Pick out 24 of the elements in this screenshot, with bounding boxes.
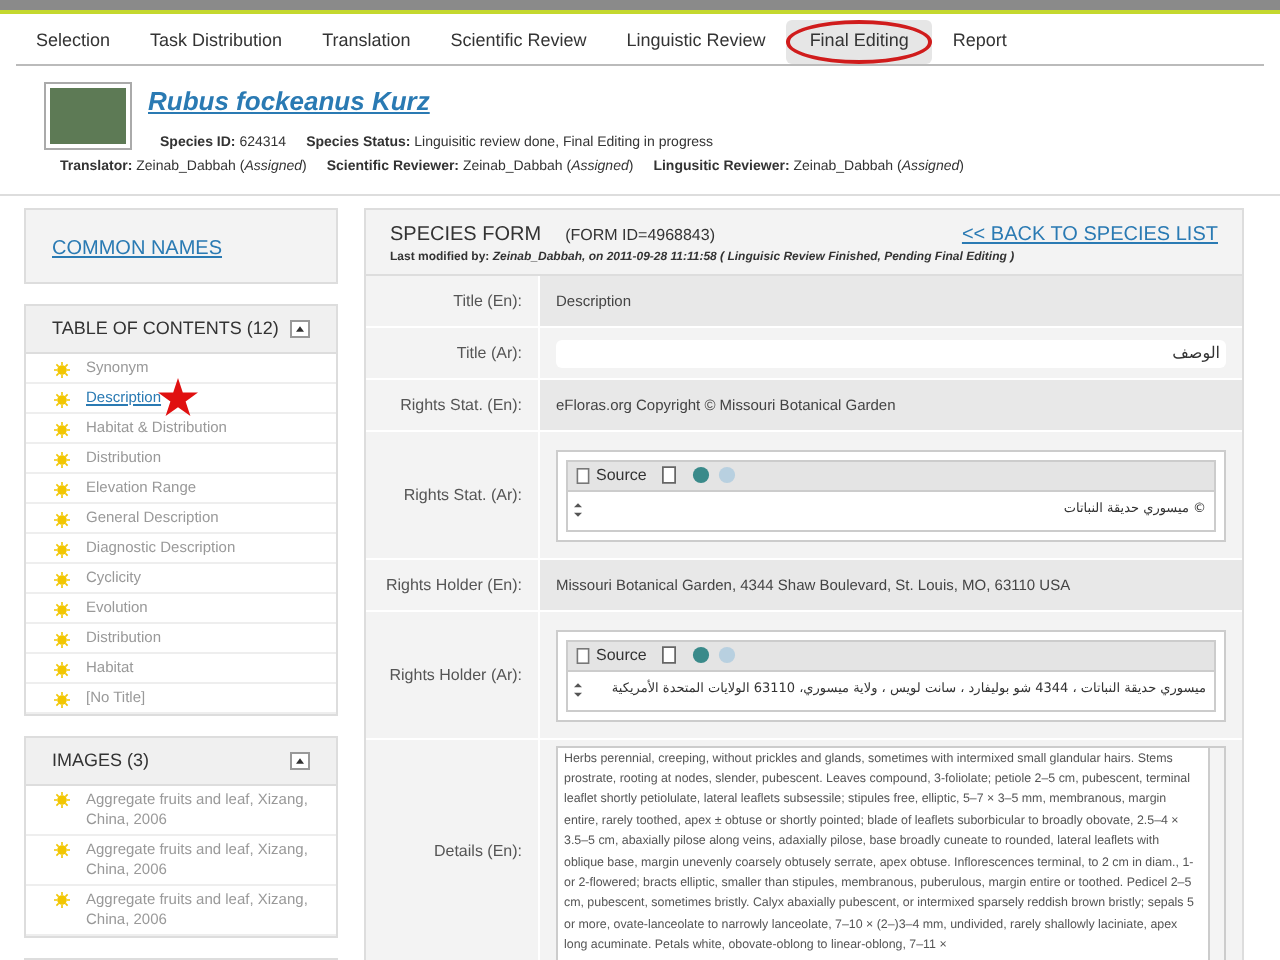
field-label: Title (Ar): [456,341,522,365]
field-label: Details (En): [433,839,522,863]
panel-title: TABLE OF CONTENTS (12) [52,315,279,342]
tab[interactable]: Translation [302,19,431,63]
field-label: Title (En): [453,289,522,313]
tab[interactable]: Scientific Review [430,19,607,63]
form-title: SPECIES FORM [390,222,542,250]
common-names-link[interactable]: COMMON NAMES [52,238,222,260]
tab[interactable]: Selection [16,19,131,63]
source-button[interactable]: Source [576,643,647,667]
back-link[interactable]: << BACK TO SPECIES LIST [961,220,1218,250]
species-name-link[interactable]: Rubus fockeanus Kurz [148,82,964,122]
text-input[interactable]: الوصف [556,339,1226,367]
tab[interactable]: Report [932,19,1027,63]
tab[interactable]: Final Editing [785,19,933,63]
tab[interactable]: Task Distribution [130,19,303,63]
field-label: Rights Holder (Ar): [389,663,522,687]
panel-title: IMAGES (3) [52,747,150,774]
field-label: Rights Stat. (Ar): [403,483,522,507]
field-label: Rights Holder (En): [385,573,522,597]
tab[interactable]: Linguistic Review [606,19,786,63]
form-id: (FORM ID=4968843) [565,224,715,248]
source-button[interactable]: Source [576,463,647,487]
field-label: Rights Stat. (En): [400,393,522,417]
